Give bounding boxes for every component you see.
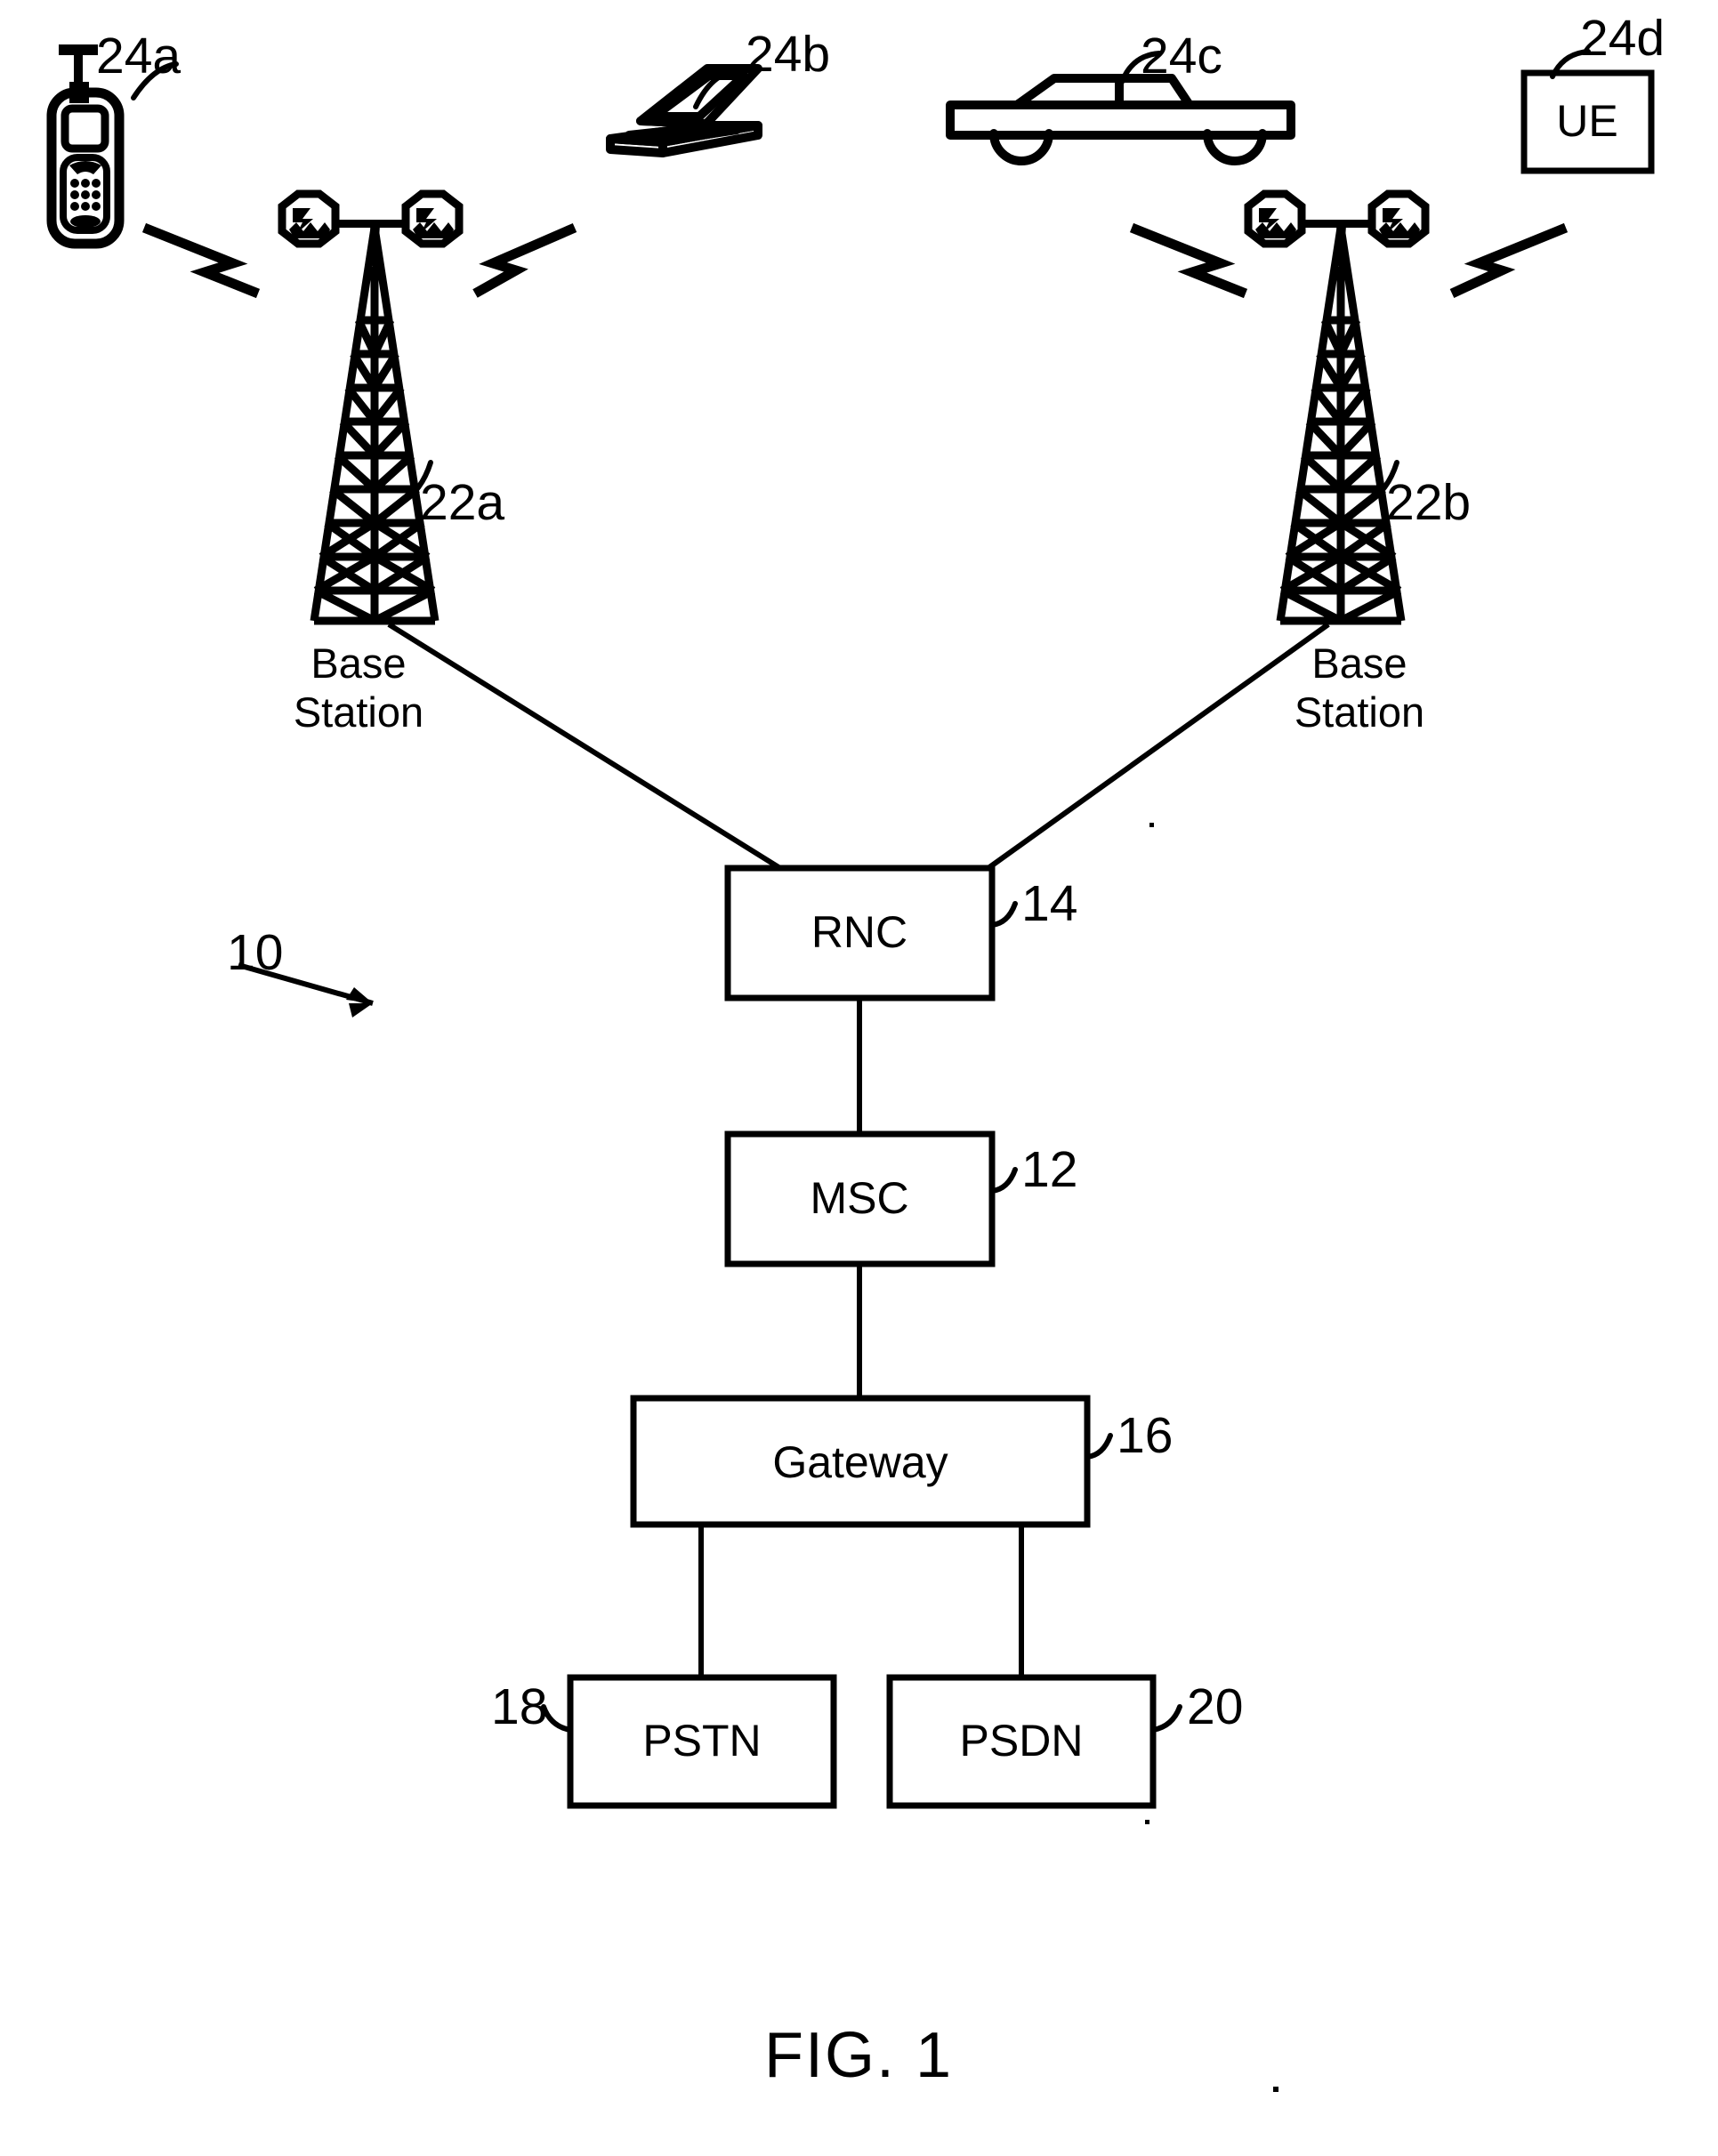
- node-label-psdn: PSDN: [960, 1716, 1084, 1766]
- node-box-msc[interactable]: MSC: [724, 1130, 996, 1267]
- figure-caption: FIG. 1: [764, 2020, 953, 2091]
- ref-label-18: 18: [491, 1678, 547, 1735]
- ref-label-12: 12: [1021, 1141, 1077, 1198]
- ref-label-24b: 24b: [746, 26, 830, 83]
- ref-label-24d: 24d: [1580, 10, 1665, 67]
- base-station-label-b-line2: Station: [1295, 688, 1424, 736]
- figure-canvas: 24a 24b 24c UE 24d 22a Base Station 22b …: [46, 10, 1665, 2092]
- scan-speck-3: [1145, 1820, 1149, 1824]
- node-box-rnc[interactable]: RNC: [724, 865, 996, 1002]
- antenna-octagon-right-b: [1367, 189, 1430, 248]
- base-station-tower-22b: [1244, 189, 1430, 625]
- node-label-pstn: PSTN: [642, 1716, 761, 1766]
- base-station-label-a-line1: Base: [311, 640, 406, 687]
- ref-label-16: 16: [1117, 1407, 1173, 1464]
- ref-label-22b: 22b: [1386, 474, 1471, 531]
- leader-16: [1085, 1433, 1113, 1460]
- base-station-label-b-line1: Base: [1311, 640, 1407, 687]
- ref-label-22a: 22a: [420, 474, 504, 531]
- antenna-octagon-left-a: [278, 189, 340, 248]
- leader-12: [989, 1167, 1018, 1194]
- node-label-rnc: RNC: [811, 907, 907, 957]
- radio-link-bolt-d: [1449, 222, 1569, 298]
- radio-link-bolt-b: [472, 222, 577, 298]
- car-icon: [946, 74, 1295, 165]
- node-label-gateway: Gateway: [772, 1437, 948, 1487]
- antenna-octagon-left-b: [1244, 189, 1306, 248]
- antenna-octagon-right-a: [401, 189, 464, 248]
- system-arrow-head: [346, 987, 373, 1018]
- scan-speck: [1273, 2087, 1278, 2092]
- leader-14: [989, 901, 1018, 928]
- leader-18: [541, 1704, 573, 1733]
- node-label-msc: MSC: [810, 1173, 908, 1223]
- node-box-pstn[interactable]: PSTN: [567, 1674, 837, 1809]
- ref-label-14: 14: [1021, 875, 1077, 932]
- radio-link-bolt-c: [1129, 222, 1248, 299]
- ref-label-24c: 24c: [1141, 28, 1222, 84]
- backhaul-line-b: [984, 622, 1330, 873]
- patent-figure-page: 24a 24b 24c UE 24d 22a Base Station 22b …: [0, 0, 1718, 2156]
- ref-label-20: 20: [1187, 1678, 1243, 1735]
- backhaul-line-a: [387, 622, 785, 873]
- ue-box-label: UE: [1556, 96, 1617, 146]
- leader-20: [1150, 1704, 1182, 1733]
- laptop-icon: [606, 64, 762, 157]
- scan-speck-2: [1149, 823, 1154, 827]
- ref-label-24a: 24a: [96, 28, 181, 84]
- ue-box-icon: UE: [1520, 69, 1655, 174]
- radio-link-bolt-a: [141, 222, 261, 299]
- base-station-label-a-line2: Station: [294, 688, 423, 736]
- base-station-tower-22a: [278, 189, 464, 625]
- node-box-psdn[interactable]: PSDN: [886, 1674, 1157, 1809]
- node-box-gateway[interactable]: Gateway: [630, 1395, 1091, 1528]
